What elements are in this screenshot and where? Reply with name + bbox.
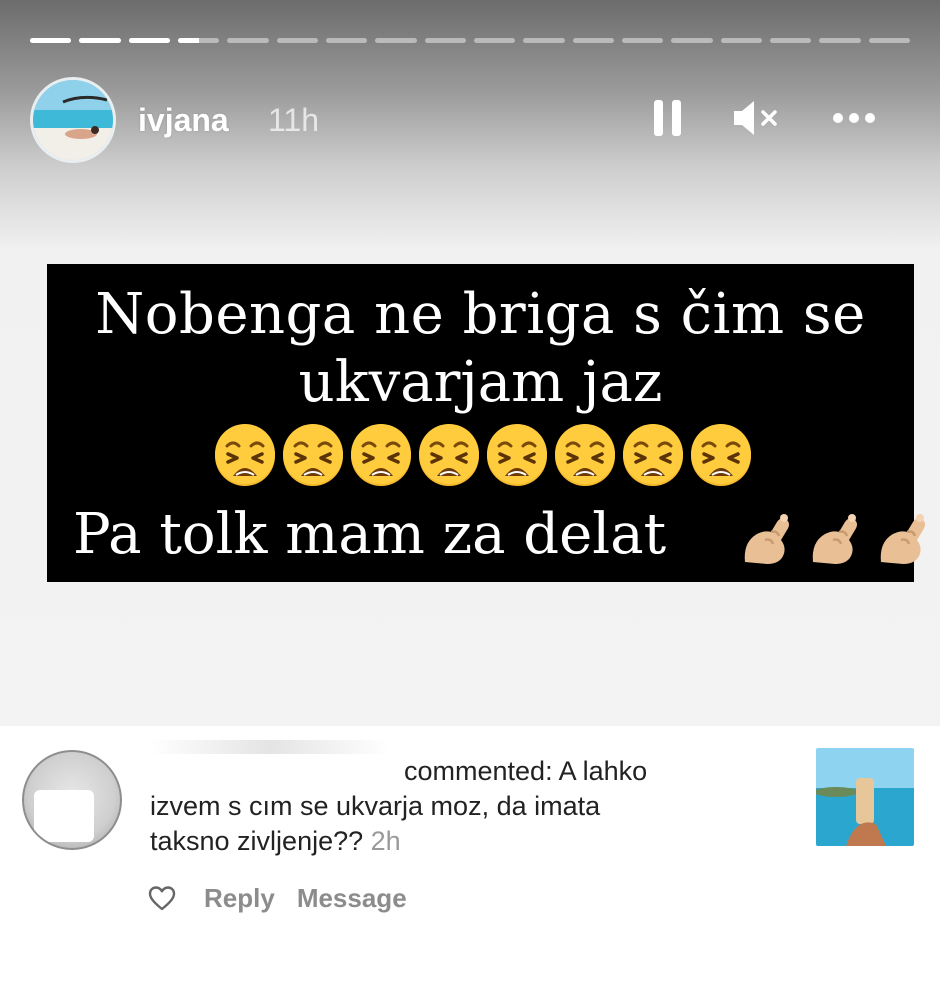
pinched-fingers-emoji <box>735 504 799 568</box>
progress-segment <box>79 38 121 43</box>
progress-segment <box>375 38 417 43</box>
profile-avatar[interactable] <box>30 77 116 163</box>
weary-face-emoji <box>485 424 549 488</box>
progress-segment <box>473 38 516 43</box>
comment-line-2: izvem s cım se ukvarja moz, da imata <box>150 791 601 821</box>
comment-text: commented: A lahko izvem s cım se ukvarj… <box>150 754 740 859</box>
weary-face-emoji <box>621 424 685 488</box>
weary-face-emoji <box>349 424 413 488</box>
heart-icon[interactable] <box>148 885 176 911</box>
progress-segment <box>227 38 269 43</box>
pinched-fingers-emoji <box>871 504 935 568</box>
weary-face-emoji <box>689 424 753 488</box>
story-view[interactable]: ivjana 11h Nobenga ne briga s čim se ukv… <box>0 0 940 726</box>
story-text-line-1: Nobenga ne briga s čim se <box>95 282 866 347</box>
comment-actions: Reply Message <box>148 882 429 914</box>
weary-face-emoji-row <box>213 424 753 488</box>
pause-icon[interactable] <box>652 96 684 140</box>
progress-segment <box>819 38 861 43</box>
progress-segment <box>276 38 318 43</box>
story-text-line-4: Pa tolk mam za delat <box>73 502 667 567</box>
more-dots-icon[interactable] <box>828 96 880 140</box>
story-text-card: Nobenga ne briga s čim se ukvarjam jaz P… <box>47 264 925 582</box>
story-text-line-2: ukvarjam jaz <box>298 350 663 415</box>
progress-segment <box>325 38 368 43</box>
progress-segment <box>128 38 170 43</box>
progress-segment <box>523 38 565 43</box>
progress-segment <box>177 38 220 43</box>
comment-line-1: commented: A lahko <box>404 756 648 786</box>
pinched-fingers-emoji <box>803 504 867 568</box>
progress-segment <box>720 38 762 43</box>
progress-segment <box>671 38 713 43</box>
progress-segment <box>621 38 664 43</box>
weary-face-emoji <box>213 424 277 488</box>
progress-segment <box>30 38 72 43</box>
progress-segment <box>868 38 910 43</box>
progress-segment <box>572 38 614 43</box>
reply-button[interactable]: Reply <box>204 883 275 914</box>
story-username[interactable]: ivjana <box>138 102 229 139</box>
message-button[interactable]: Message <box>297 883 407 914</box>
weary-face-emoji <box>553 424 617 488</box>
comment-line-3: taksno zivljenje?? 2h <box>150 824 740 859</box>
comment-time: 2h <box>370 826 401 856</box>
story-header: ivjana 11h <box>30 74 910 164</box>
story-progress-bar <box>30 38 910 44</box>
blurred-commenter-name <box>150 740 390 754</box>
progress-segment <box>769 38 812 43</box>
comment-card: commented: A lahko izvem s cım se ukvarj… <box>0 726 940 997</box>
story-time: 11h <box>268 102 320 138</box>
pinched-fingers-emoji-row <box>735 504 925 568</box>
weary-face-emoji <box>281 424 345 488</box>
story-thumbnail[interactable] <box>816 748 914 846</box>
comment-line-3-text: taksno zivljenje?? <box>150 826 364 856</box>
weary-face-emoji <box>417 424 481 488</box>
commenter-avatar[interactable] <box>22 750 122 850</box>
speaker-muted-icon[interactable] <box>730 96 782 140</box>
progress-segment <box>424 38 466 43</box>
